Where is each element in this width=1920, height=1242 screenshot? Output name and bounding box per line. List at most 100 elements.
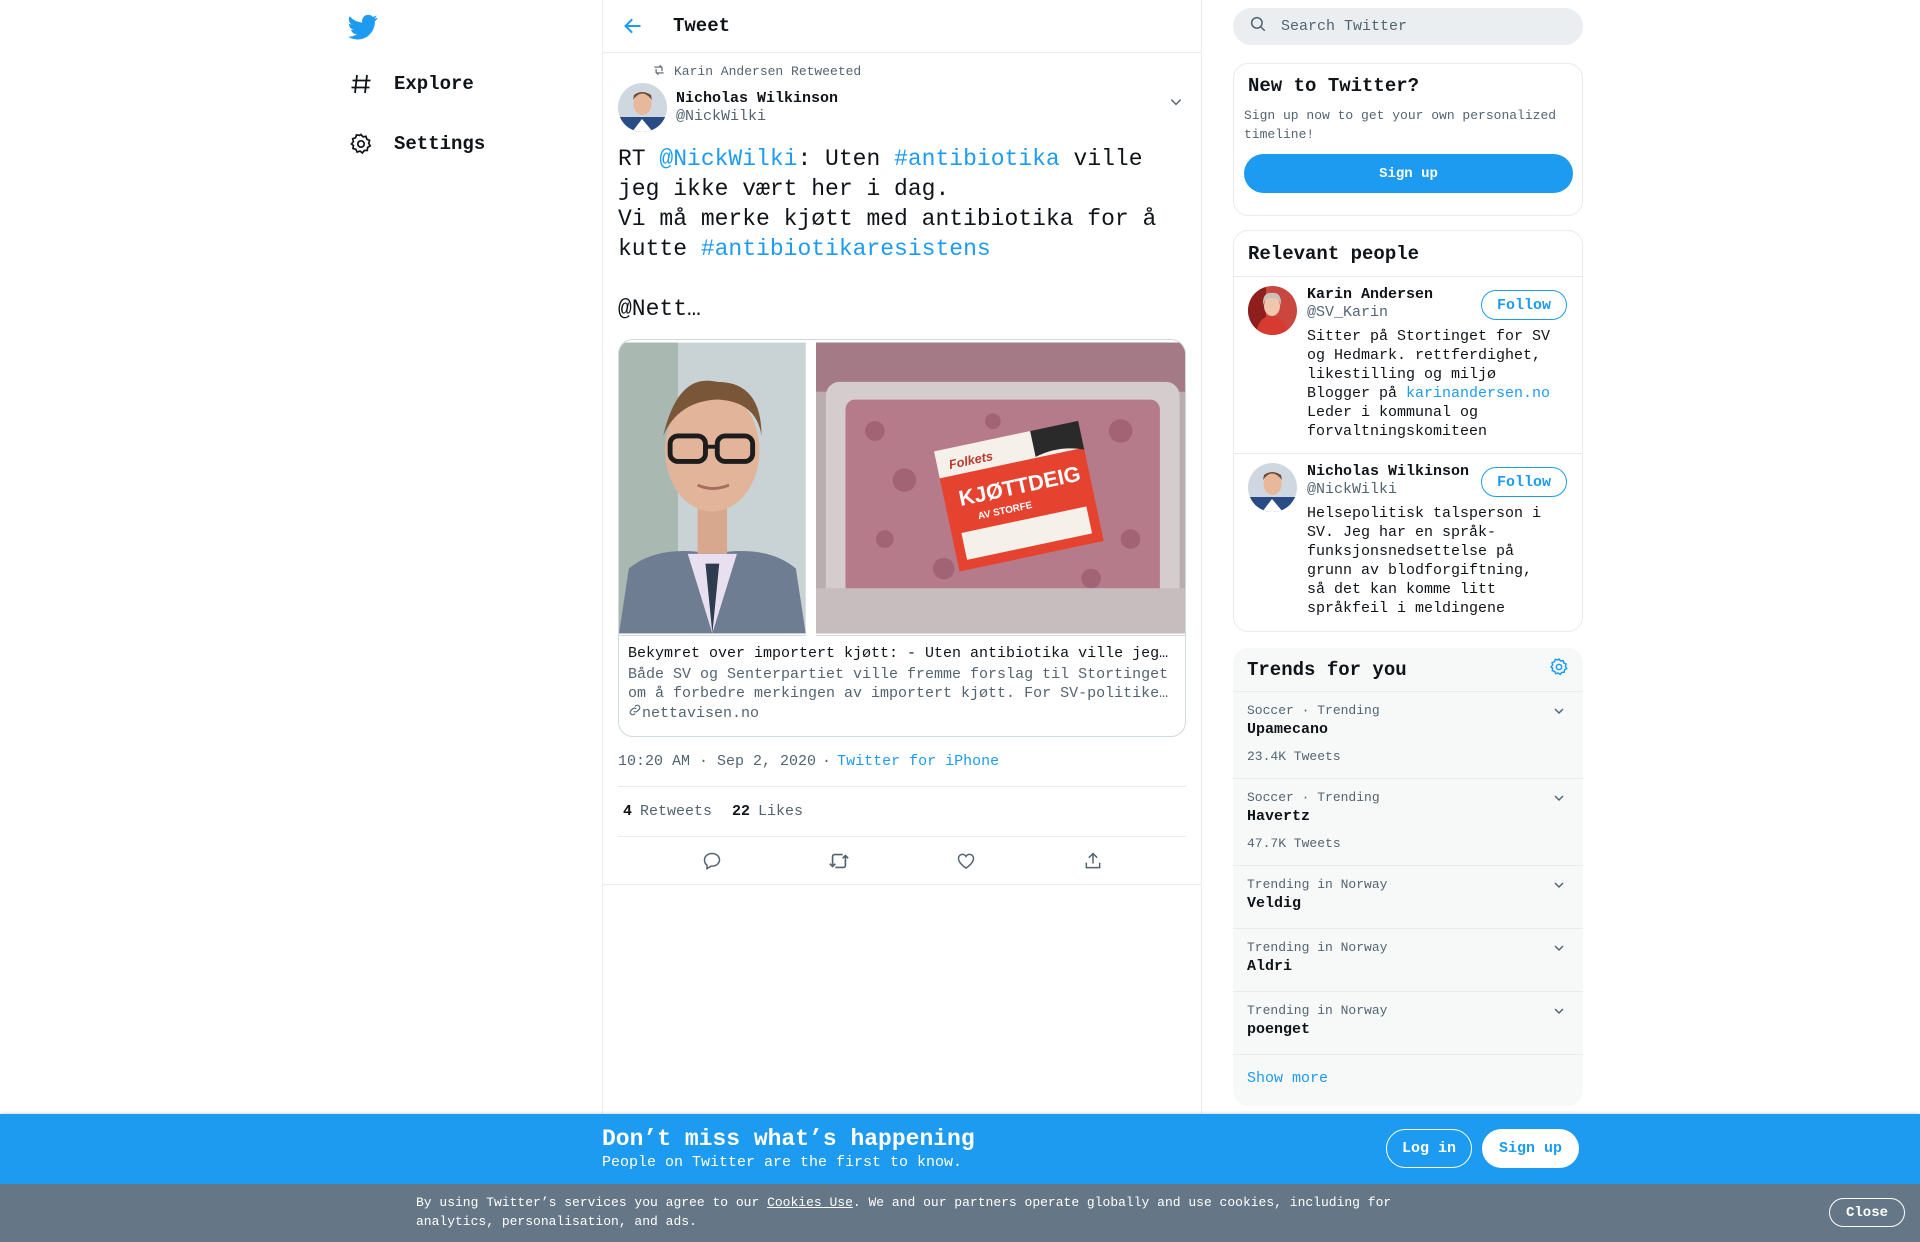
trend-context: Trending in Norway: [1247, 940, 1388, 955]
retweets-label: Retweets: [640, 803, 713, 820]
chevron-down-icon[interactable]: [1166, 92, 1186, 112]
tweet-timestamp[interactable]: 10:20 AM · Sep 2, 2020: [618, 753, 816, 770]
chevron-down-icon[interactable]: [1551, 790, 1567, 806]
tweet-mention-link[interactable]: @NickWilki: [659, 146, 797, 172]
trend-count: 47.7K Tweets: [1247, 836, 1341, 851]
retweets-count: 4: [623, 803, 633, 820]
trend-item[interactable]: Soccer · Trending Upamecano 23.4K Tweets: [1233, 692, 1583, 779]
trends-title: Trends for you: [1247, 658, 1407, 681]
card-domain-label: nettavisen.no: [642, 704, 760, 722]
signup-promo-bar: Don’t miss what’s happening People on Tw…: [0, 1114, 1920, 1184]
main-header: Tweet: [603, 0, 1201, 53]
retweeted-by: Karin Andersen Retweeted: [652, 53, 1186, 80]
trend-item[interactable]: Soccer · Trending Havertz 47.7K Tweets: [1233, 779, 1583, 866]
person-card[interactable]: Nicholas Wilkinson @NickWilki Helsepolit…: [1234, 454, 1582, 631]
relevant-people-title: Relevant people: [1234, 231, 1582, 277]
new-to-twitter-title: New to Twitter?: [1248, 75, 1420, 97]
avatar[interactable]: [1248, 463, 1297, 512]
like-icon[interactable]: [948, 843, 984, 879]
retweet-small-icon: [652, 63, 674, 81]
cookies-use-link[interactable]: Cookies Use: [767, 1195, 853, 1210]
trend-name: Havertz: [1247, 808, 1311, 825]
trend-name: poenget: [1247, 1021, 1311, 1038]
show-more-link[interactable]: Show more: [1233, 1055, 1583, 1102]
trend-context: Trending in Norway: [1247, 1003, 1388, 1018]
promo-subtitle: People on Twitter are the first to know.: [602, 1154, 963, 1171]
signup-button[interactable]: Sign up: [1244, 154, 1573, 193]
retweets-stat[interactable]: 4 Retweets: [623, 803, 732, 820]
trend-context: Trending in Norway: [1247, 877, 1388, 892]
card-domain: nettavisen.no: [628, 703, 1176, 724]
chevron-down-icon[interactable]: [1551, 703, 1567, 719]
tweet-source-link[interactable]: Twitter for iPhone: [837, 753, 999, 770]
likes-count: 22: [732, 803, 751, 820]
trend-item[interactable]: Trending in Norway Veldig: [1233, 866, 1583, 929]
card-description: Både SV og Senterpartiet ville fremme fo…: [628, 666, 1169, 702]
trend-context: Soccer · Trending: [1247, 703, 1380, 718]
author-name[interactable]: Nicholas Wilkinson: [676, 90, 838, 107]
gear-icon: [348, 131, 374, 157]
likes-stat[interactable]: 22 Likes: [732, 803, 823, 820]
nav-explore-label: Explore: [394, 73, 474, 95]
link-icon: [628, 703, 642, 724]
reply-icon[interactable]: [694, 843, 730, 879]
page-title: Tweet: [673, 15, 731, 37]
relevant-people-panel: Relevant people Karin Andersen @SV_Karin…: [1233, 230, 1583, 632]
person-bio: Helsepolitisk talsperson i SV. Jeg har e…: [1307, 505, 1542, 617]
trend-count: 23.4K Tweets: [1247, 749, 1341, 764]
share-icon[interactable]: [1075, 843, 1111, 879]
main-column: Tweet Karin Andersen Retweeted Nicholas …: [602, 0, 1202, 1114]
login-button[interactable]: Log in: [1386, 1129, 1472, 1168]
new-to-twitter-panel: New to Twitter? Sign up now to get your …: [1233, 63, 1583, 216]
hashtag-link[interactable]: #antibiotika: [894, 146, 1060, 172]
search-icon: [1249, 15, 1267, 38]
close-button[interactable]: Close: [1829, 1198, 1905, 1227]
nav-explore[interactable]: Explore: [348, 64, 474, 104]
person-bio: Sitter på Stortinget for SV og Hedmark. …: [1307, 327, 1557, 441]
cookie-text-part: By using Twitter’s services you agree to…: [416, 1195, 768, 1210]
retweet-icon[interactable]: [821, 843, 857, 879]
twitter-bird-icon[interactable]: [348, 12, 378, 42]
trend-item[interactable]: Trending in Norway Aldri: [1233, 929, 1583, 992]
person-bio-part: Leder i kommunal og forvaltningskomiteen: [1307, 404, 1488, 440]
tweet-text-part: RT: [618, 146, 660, 172]
trend-name: Veldig: [1247, 895, 1302, 912]
signup-button[interactable]: Sign up: [1482, 1129, 1579, 1168]
avatar[interactable]: [618, 82, 667, 132]
trend-item[interactable]: Trending in Norway poenget: [1233, 992, 1583, 1055]
tweet: Karin Andersen Retweeted Nicholas Wilkin…: [603, 53, 1201, 885]
card-photo-meat: Folkets KJØTTDEIG AV STORFE: [815, 342, 1185, 634]
tweet-text-part: @Nett…: [618, 296, 701, 322]
card-photo-person: [619, 342, 806, 634]
search-input[interactable]: [1281, 18, 1561, 35]
card-title: Bekymret over importert kjøtt: - Uten an…: [628, 645, 1169, 662]
tweet-meta: 10:20 AM · Sep 2, 2020 · Twitter for iPh…: [618, 751, 1186, 771]
hashtag-icon: [348, 71, 374, 97]
back-arrow-icon[interactable]: [613, 6, 653, 46]
cookie-text: By using Twitter’s services you agree to…: [416, 1193, 1416, 1231]
hashtag-link[interactable]: #antibiotikaresistens: [701, 236, 991, 262]
meta-separator: ·: [822, 752, 832, 770]
person-card[interactable]: Karin Andersen @SV_Karin Sitter på Stort…: [1234, 277, 1582, 454]
follow-button[interactable]: Follow: [1481, 290, 1567, 320]
cookie-banner: By using Twitter’s services you agree to…: [0, 1184, 1920, 1242]
retweeted-by-label[interactable]: Karin Andersen Retweeted: [674, 64, 861, 79]
link-card[interactable]: Folkets KJØTTDEIG AV STORFE Bekymret ove…: [618, 339, 1186, 737]
author-handle[interactable]: @NickWilki: [676, 108, 838, 125]
chevron-down-icon[interactable]: [1551, 1003, 1567, 1019]
promo-title: Don’t miss what’s happening: [602, 1126, 975, 1152]
nav-settings[interactable]: Settings: [348, 124, 485, 164]
tweet-author: Nicholas Wilkinson @NickWilki: [618, 82, 1186, 132]
nav-settings-label: Settings: [394, 133, 486, 155]
bio-link[interactable]: karinandersen.no: [1406, 385, 1550, 402]
chevron-down-icon[interactable]: [1551, 877, 1567, 893]
likes-label: Likes: [758, 803, 804, 820]
avatar[interactable]: [1248, 286, 1297, 335]
trends-panel: Trends for you Soccer · Trending Upameca…: [1233, 648, 1583, 1106]
tweet-text: RT @NickWilki: Uten #antibiotika ville j…: [618, 144, 1186, 324]
search-box[interactable]: [1233, 8, 1583, 45]
card-image: Folkets KJØTTDEIG AV STORFE: [619, 340, 1185, 636]
chevron-down-icon[interactable]: [1551, 940, 1567, 956]
follow-button[interactable]: Follow: [1481, 467, 1567, 497]
trends-settings-gear-icon[interactable]: [1549, 657, 1569, 682]
